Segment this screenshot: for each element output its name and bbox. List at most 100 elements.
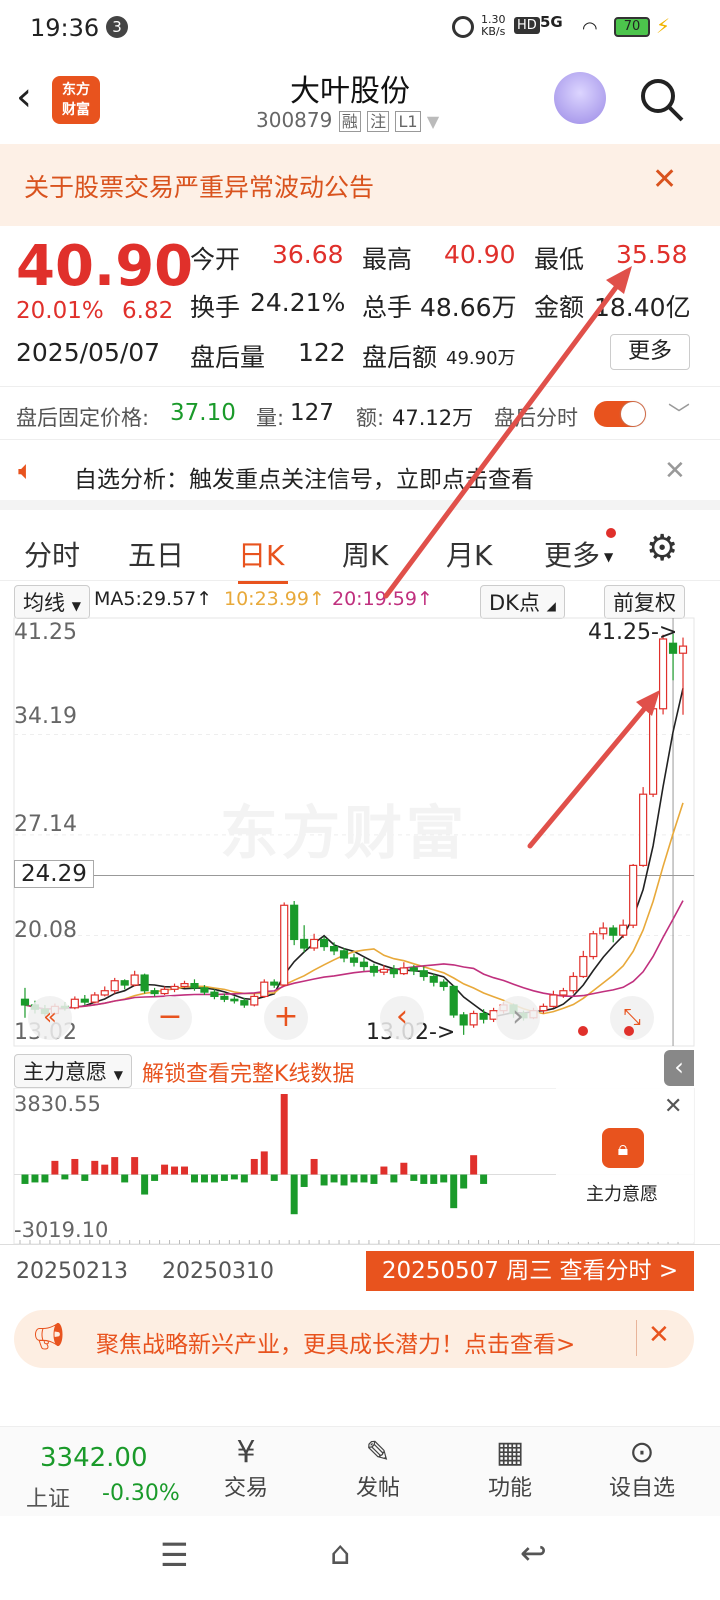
flow-bar (21, 1174, 29, 1184)
tab-weekly-k[interactable]: 周K (342, 534, 388, 574)
nav-trade[interactable]: ¥ 交易 (196, 1427, 296, 1502)
net-speed: 1.30 KB/s (481, 13, 506, 38)
chevron-down-icon[interactable]: ﹀ (668, 397, 690, 429)
index-name[interactable]: 上证 (26, 1481, 70, 1513)
k-chart-area[interactable]: 东方财富 41.25 34.19 27.14 20.08 13.02 24.29… (0, 616, 720, 1048)
close-icon[interactable]: ✕ (664, 1094, 682, 1119)
amount-label: 金额 (534, 293, 585, 322)
change-value: 6.82 (122, 298, 174, 324)
stock-name: 大叶股份 (290, 74, 410, 109)
lock-chart-icon: 🔒︎ (602, 1128, 644, 1168)
nav-post[interactable]: ✎ 发帖 (328, 1427, 428, 1502)
analysis-row[interactable]: 🔈︎ 自选分析：触发重点关注信号，立即点击查看 ✕ (0, 440, 720, 510)
candle (120, 979, 129, 990)
app-logo[interactable]: 东方 财富 (52, 76, 100, 124)
candle (439, 979, 448, 991)
flow-selector[interactable]: 主力意愿 ▼ (14, 1054, 132, 1088)
back-nav-icon[interactable]: ↩ (520, 1534, 547, 1572)
robot-avatar-icon[interactable] (554, 72, 606, 124)
back-icon[interactable]: ‹ (16, 74, 32, 120)
index-value[interactable]: 3342.00 (40, 1443, 148, 1473)
fixed-vol-value: 127 (290, 400, 334, 426)
quote-panel: 40.90 20.01% 6.82 2025/05/07 今开 36.68 最高… (0, 226, 720, 386)
dk-point-selector[interactable]: DK点 ◢ (480, 585, 565, 619)
nav-functions[interactable]: ▦ 功能 (460, 1427, 560, 1502)
rewind-icon[interactable]: « (28, 996, 72, 1040)
next-icon[interactable]: › (496, 996, 540, 1040)
flow-bar (260, 1151, 268, 1175)
flow-promo-card[interactable]: ✕ 🔒︎ 主力意愿 (556, 1088, 694, 1242)
after-amt-label: 盘后额 (362, 343, 438, 372)
close-icon[interactable]: ✕ (664, 456, 686, 486)
flow-bar (31, 1174, 39, 1183)
announcement-banner[interactable]: 关于股票交易严重异常波动公告 ✕ (0, 144, 720, 226)
bottom-nav: 3342.00 上证 -0.30% ¥ 交易 ✎ 发帖 ▦ 功能 ⊙ 设自选 (0, 1426, 720, 1516)
announcement-text[interactable]: 关于股票交易严重异常波动公告 (24, 168, 374, 204)
prev-icon[interactable]: ‹ (380, 996, 424, 1040)
candle (100, 986, 109, 997)
candle (280, 902, 289, 987)
flow-header: 主力意愿 ▼ 解锁查看完整K线数据 ‹ (0, 1048, 720, 1088)
nav-add-watchlist[interactable]: ⊙ 设自选 (592, 1427, 692, 1502)
high-label: 最高 (362, 245, 413, 274)
index-change[interactable]: -0.30% (102, 1481, 180, 1506)
ma-selector[interactable]: 均线 ▼ (14, 585, 90, 619)
after-amt-value: 49.90万 (446, 348, 516, 369)
after-hours-toggle[interactable] (594, 401, 646, 427)
flow-chart-area[interactable]: 3830.55 -3019.10 ✕ 🔒︎ 主力意愿 (0, 1088, 720, 1244)
y-label-2: 34.19 (14, 704, 77, 729)
candle (539, 1003, 548, 1014)
tag-level: L1 (395, 111, 421, 132)
tab-monthly-k[interactable]: 月K (446, 534, 492, 574)
tab-intraday[interactable]: 分时 (24, 534, 80, 574)
promo-text[interactable]: 聚焦战略新兴产业，更具成长潜力！点击查看> (96, 1325, 575, 1359)
flow-bar (470, 1155, 478, 1175)
flow-bar (380, 1166, 388, 1175)
search-icon[interactable] (638, 76, 686, 124)
turnover-label: 换手 (190, 293, 241, 322)
amount-value: 18.40亿 (594, 293, 691, 322)
home-icon[interactable]: ⌂ (330, 1534, 350, 1572)
close-icon[interactable]: ✕ (652, 162, 677, 197)
candle (160, 986, 169, 995)
unlock-link[interactable]: 解锁查看完整K线数据 (142, 1056, 354, 1088)
candle (459, 1012, 468, 1035)
more-button[interactable]: 更多 (610, 334, 690, 370)
candle (469, 1010, 478, 1028)
collapse-icon[interactable]: ‹ (664, 1050, 694, 1086)
menu-icon[interactable]: ☰ (160, 1536, 189, 1574)
close-icon[interactable]: ✕ (648, 1320, 670, 1350)
flow-bar (280, 1094, 288, 1175)
tab-daily-k[interactable]: 日K (238, 534, 284, 574)
candle (609, 925, 618, 943)
settings-gear-icon[interactable]: ⚙ (646, 528, 678, 569)
more-dots-icon: ⊙ (629, 1435, 655, 1470)
tab-five-day[interactable]: 五日 (128, 534, 184, 574)
candle (589, 930, 598, 960)
candle (70, 996, 79, 1010)
promo-banner[interactable]: 📢︎ 聚焦战略新兴产业，更具成长潜力！点击查看> ✕ (14, 1310, 694, 1368)
current-price: 40.90 (16, 234, 194, 299)
fixed-amt-value: 47.12万 (392, 406, 474, 430)
flow-bar (450, 1174, 458, 1209)
candle (449, 985, 458, 1018)
flow-bar (240, 1174, 248, 1183)
zoom-in-icon[interactable]: + (264, 996, 308, 1040)
date-banner-button[interactable]: 20250507 周三 查看分时 > (366, 1251, 694, 1291)
watermark: 东方财富 (220, 799, 469, 867)
adjust-selector[interactable]: 前复权 (604, 585, 685, 619)
flow-bar (430, 1174, 438, 1184)
top-bar: ‹ 东方 财富 大叶股份 300879 融 注 L1 ▼ (0, 56, 720, 144)
flow-bar (220, 1174, 228, 1181)
analysis-text[interactable]: 自选分析：触发重点关注信号，立即点击查看 (74, 460, 534, 494)
flow-bar (101, 1164, 109, 1175)
flow-bar (210, 1174, 218, 1183)
zoom-out-icon[interactable]: − (148, 996, 192, 1040)
open-label: 今开 (190, 245, 241, 274)
chevron-down-icon[interactable]: ▼ (427, 112, 439, 131)
date-label-1: 20250213 (16, 1259, 128, 1284)
candle (389, 965, 398, 978)
flow-bar (410, 1174, 418, 1181)
candle (359, 957, 369, 971)
tab-more[interactable]: 更多 (544, 534, 600, 574)
